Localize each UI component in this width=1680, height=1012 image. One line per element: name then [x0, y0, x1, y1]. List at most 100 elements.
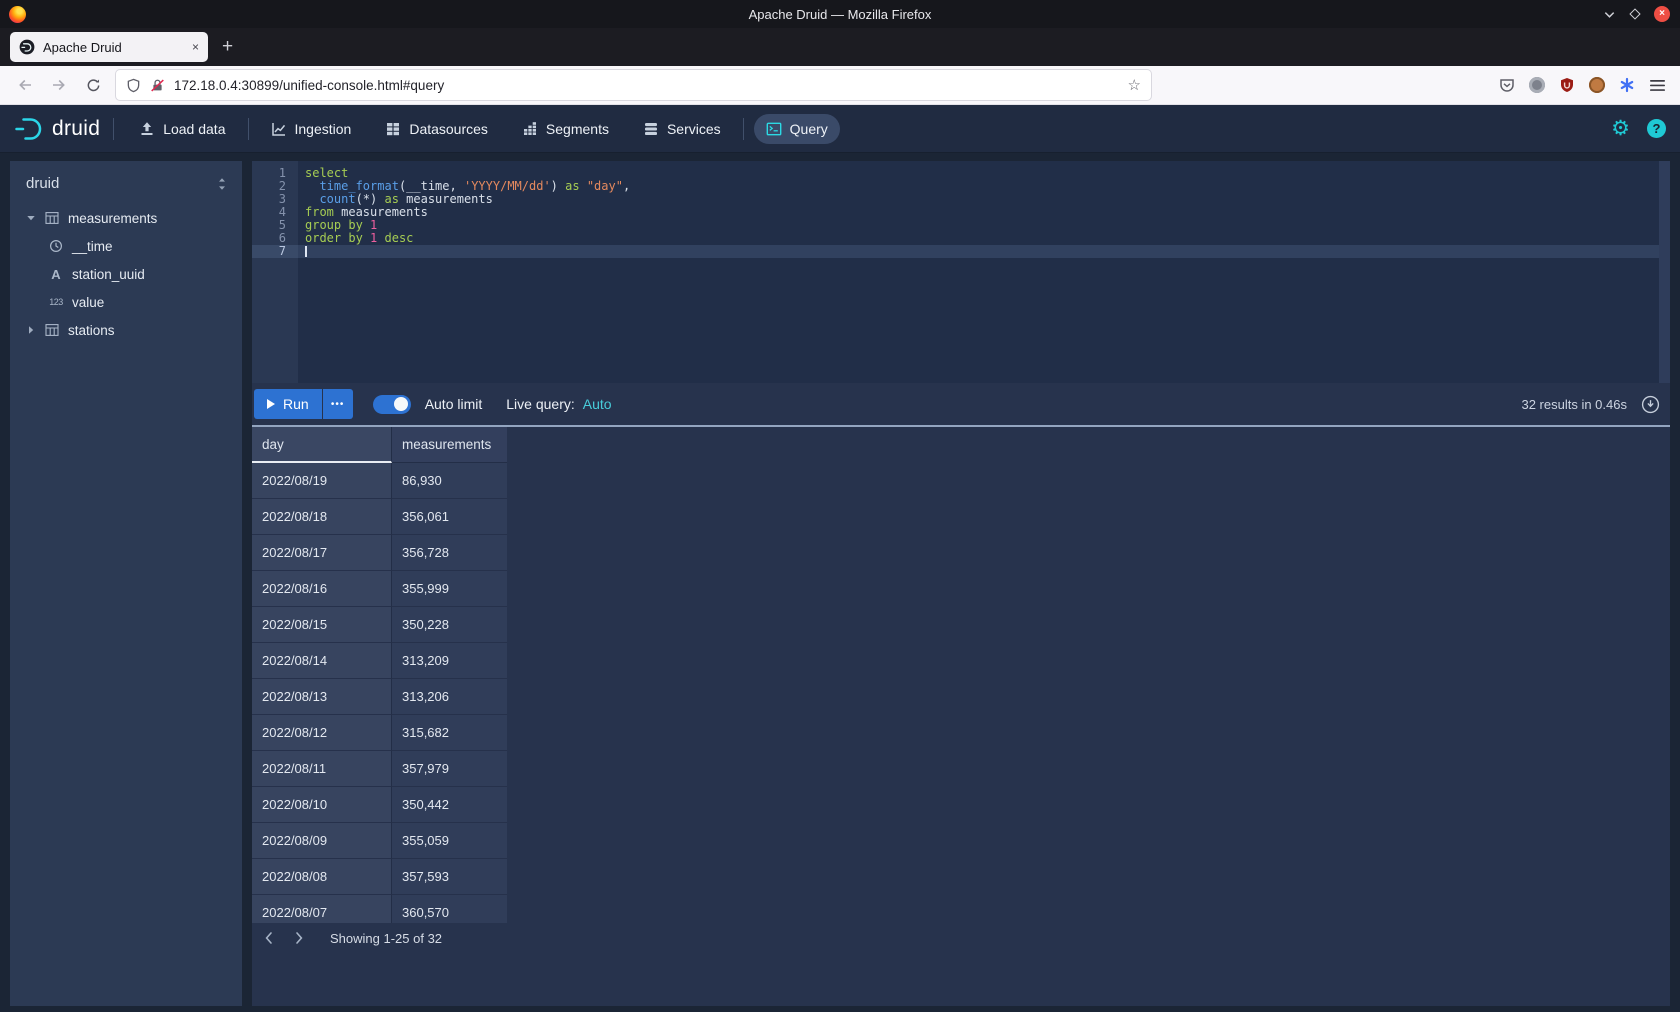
- firefox-logo-icon: [9, 6, 26, 23]
- chevron-right-icon[interactable]: [26, 325, 36, 335]
- cell-measurements[interactable]: 355,059: [392, 823, 507, 859]
- auto-limit-toggle[interactable]: [373, 395, 411, 414]
- tree-item-measurements[interactable]: measurements: [10, 204, 242, 232]
- cell-measurements[interactable]: 355,999: [392, 571, 507, 607]
- insecure-lock-icon[interactable]: [150, 78, 165, 93]
- code-line: from measurements: [305, 206, 1670, 219]
- cell-measurements[interactable]: 350,442: [392, 787, 507, 823]
- results-body: 2022/08/1986,9302022/08/18356,0612022/08…: [252, 463, 1670, 923]
- window-close-button[interactable]: ×: [1654, 6, 1670, 22]
- schema-name: druid: [26, 175, 59, 192]
- tree-item-label: __time: [72, 239, 113, 254]
- settings-gear-icon[interactable]: ⚙: [1611, 118, 1630, 139]
- nav-item-services[interactable]: Services: [631, 114, 733, 144]
- run-more-button[interactable]: •••: [323, 389, 353, 419]
- menu-button[interactable]: [1644, 72, 1670, 98]
- cell-measurements[interactable]: 350,228: [392, 607, 507, 643]
- tab-close-icon[interactable]: ×: [192, 40, 199, 54]
- cell-measurements[interactable]: 357,979: [392, 751, 507, 787]
- window-maximize-button[interactable]: [1631, 10, 1639, 18]
- nav-item-label: Ingestion: [295, 121, 352, 137]
- tracking-shield-icon[interactable]: [126, 78, 141, 93]
- browser-toolbar: 172.18.0.4:30899/unified-console.html#qu…: [0, 66, 1680, 105]
- column-tree: measurements __time A station_uuid 123 v…: [10, 204, 242, 344]
- tree-item-time[interactable]: __time: [10, 232, 242, 260]
- live-query-value[interactable]: Auto: [583, 396, 612, 412]
- cell-measurements[interactable]: 357,593: [392, 859, 507, 895]
- tree-item-station-uuid[interactable]: A station_uuid: [10, 260, 242, 288]
- browser-tab-apache-druid[interactable]: Apache Druid ×: [10, 32, 208, 62]
- tree-item-stations[interactable]: stations: [10, 316, 242, 344]
- table-row: 2022/08/08357,593: [252, 859, 1670, 895]
- url-text[interactable]: 172.18.0.4:30899/unified-console.html#qu…: [174, 78, 1119, 93]
- ublock-origin-icon[interactable]: [1554, 72, 1580, 98]
- table-row: 2022/08/18356,061: [252, 499, 1670, 535]
- forward-button[interactable]: [44, 70, 74, 100]
- cell-day[interactable]: 2022/08/14: [252, 643, 392, 679]
- nav-item-segments[interactable]: Segments: [510, 114, 621, 144]
- table-row: 2022/08/12315,682: [252, 715, 1670, 751]
- next-page-button[interactable]: [286, 925, 312, 951]
- cell-measurements[interactable]: 356,728: [392, 535, 507, 571]
- gutter-line-number: 1: [252, 167, 298, 180]
- results-info: 32 results in 0.46s: [1521, 397, 1627, 412]
- column-header-measurements[interactable]: measurements: [392, 427, 507, 463]
- maximize-diamond-icon: [1629, 8, 1640, 19]
- column-header-day[interactable]: day: [252, 427, 392, 463]
- druid-nav: Load data Ingestion Datasources Segments Ser…: [127, 114, 840, 144]
- download-icon[interactable]: [1641, 395, 1660, 414]
- gutter-line-number: 3: [252, 193, 298, 206]
- cell-measurements[interactable]: 315,682: [392, 715, 507, 751]
- cell-day[interactable]: 2022/08/16: [252, 571, 392, 607]
- cell-day[interactable]: 2022/08/13: [252, 679, 392, 715]
- cell-measurements[interactable]: 356,061: [392, 499, 507, 535]
- reload-button[interactable]: [78, 70, 108, 100]
- load-data-icon: [139, 121, 155, 137]
- tree-item-value[interactable]: 123 value: [10, 288, 242, 316]
- window-minimize-button[interactable]: [1603, 8, 1616, 21]
- nav-separator: [248, 118, 249, 140]
- druid-header: druid Load data Ingestion Datasources Segme…: [0, 105, 1680, 153]
- pocket-icon[interactable]: [1494, 72, 1520, 98]
- cell-measurements[interactable]: 313,206: [392, 679, 507, 715]
- sql-editor[interactable]: 1234567 select time_format(__time, 'YYYY…: [252, 161, 1670, 383]
- cell-day[interactable]: 2022/08/17: [252, 535, 392, 571]
- nav-item-ingestion[interactable]: Ingestion: [259, 114, 364, 144]
- run-button[interactable]: Run: [254, 389, 322, 419]
- schema-row[interactable]: druid: [10, 175, 242, 204]
- table-row: 2022/08/11357,979: [252, 751, 1670, 787]
- extension-icon-2[interactable]: [1584, 72, 1610, 98]
- tree-item-label: stations: [68, 323, 115, 338]
- cell-day[interactable]: 2022/08/08: [252, 859, 392, 895]
- header-separator: [113, 118, 114, 140]
- new-tab-button[interactable]: +: [222, 36, 233, 58]
- cell-day[interactable]: 2022/08/15: [252, 607, 392, 643]
- nav-item-query[interactable]: Query: [754, 114, 840, 144]
- cell-day[interactable]: 2022/08/19: [252, 463, 392, 499]
- nav-item-load-data[interactable]: Load data: [127, 114, 237, 144]
- cell-day[interactable]: 2022/08/18: [252, 499, 392, 535]
- nav-item-datasources[interactable]: Datasources: [373, 114, 500, 144]
- table-row: 2022/08/1986,930: [252, 463, 1670, 499]
- druid-logo[interactable]: druid: [14, 116, 100, 142]
- cell-measurements[interactable]: 360,570: [392, 895, 507, 923]
- cell-day[interactable]: 2022/08/10: [252, 787, 392, 823]
- back-button[interactable]: [10, 70, 40, 100]
- extension-flower-icon[interactable]: [1614, 72, 1640, 98]
- extension-icon-1[interactable]: [1524, 72, 1550, 98]
- auto-limit-label: Auto limit: [425, 396, 483, 412]
- prev-page-button[interactable]: [256, 925, 282, 951]
- double-caret-icon[interactable]: [216, 177, 228, 191]
- cell-day[interactable]: 2022/08/12: [252, 715, 392, 751]
- datasources-icon: [385, 121, 401, 137]
- chevron-down-icon[interactable]: [26, 213, 36, 223]
- cell-day[interactable]: 2022/08/07: [252, 895, 392, 923]
- cell-day[interactable]: 2022/08/11: [252, 751, 392, 787]
- bookmark-star-icon[interactable]: ☆: [1128, 76, 1141, 94]
- help-icon[interactable]: ?: [1647, 119, 1666, 138]
- cell-measurements[interactable]: 86,930: [392, 463, 507, 499]
- table-row: 2022/08/10350,442: [252, 787, 1670, 823]
- cell-day[interactable]: 2022/08/09: [252, 823, 392, 859]
- cell-measurements[interactable]: 313,209: [392, 643, 507, 679]
- url-bar[interactable]: 172.18.0.4:30899/unified-console.html#qu…: [116, 70, 1151, 100]
